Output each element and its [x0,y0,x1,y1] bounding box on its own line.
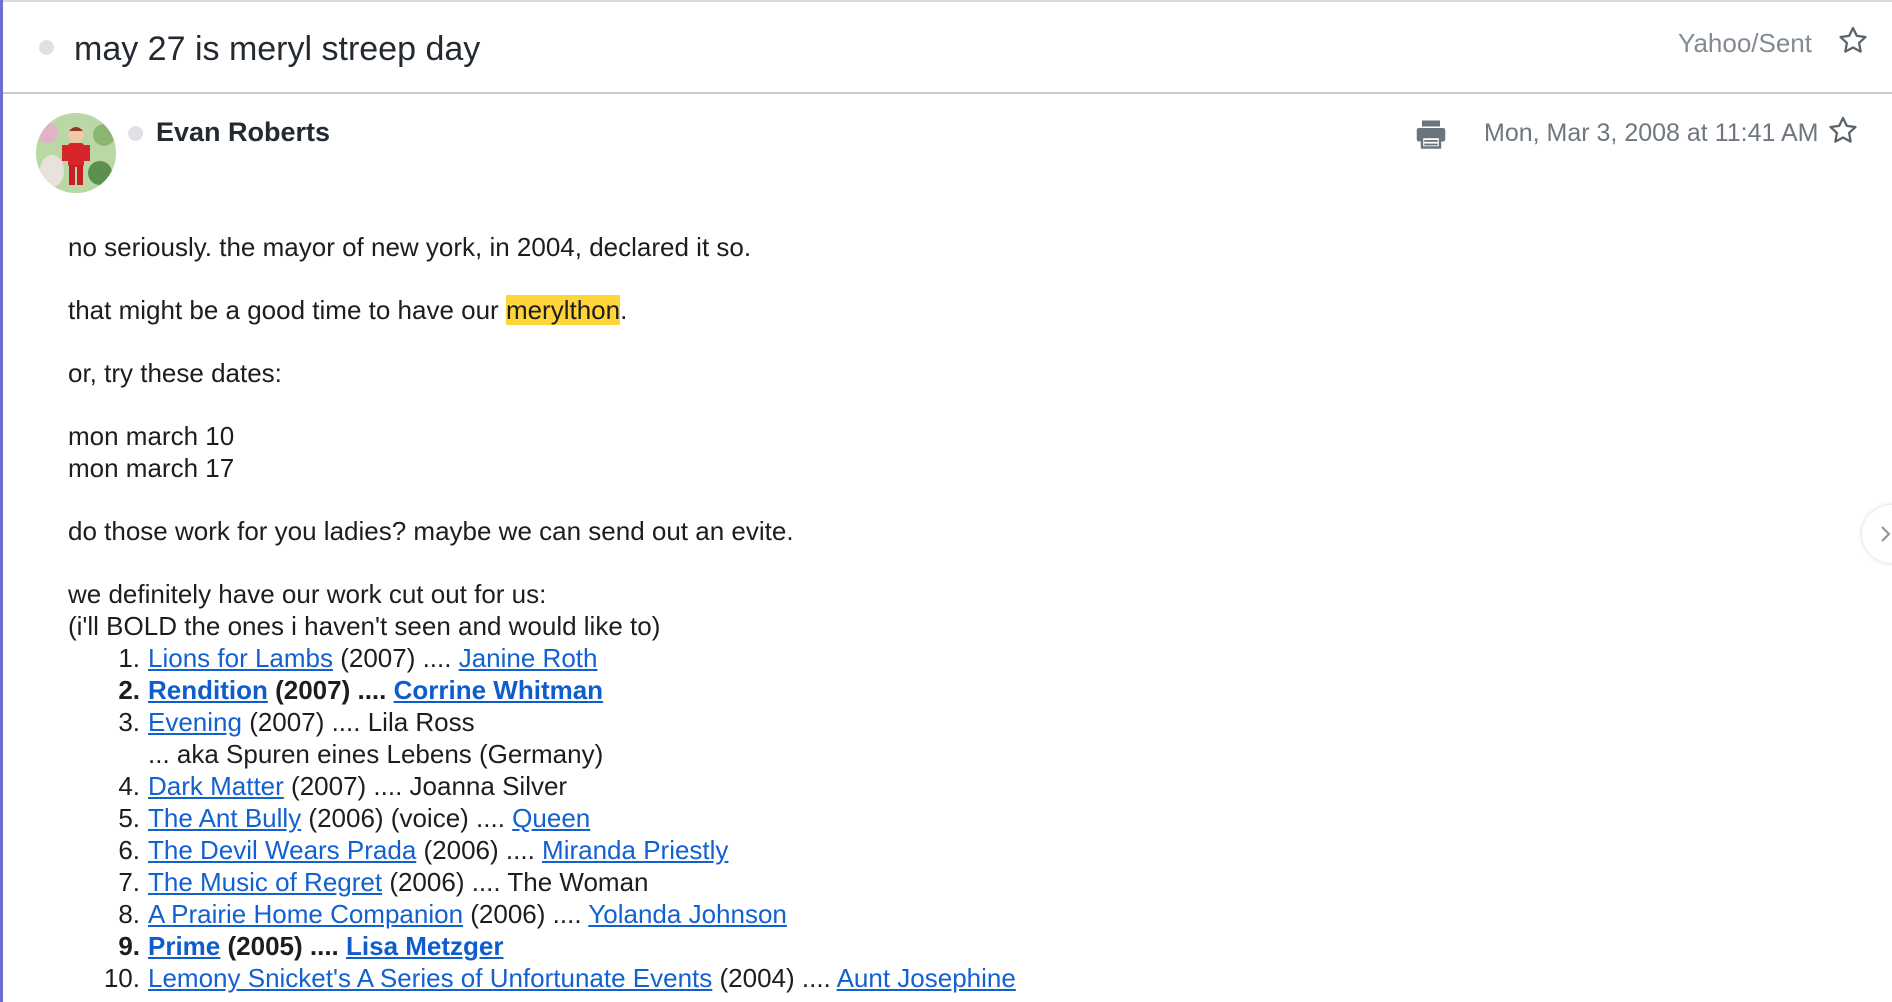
sender-name[interactable]: Evan Roberts [156,117,330,148]
film-year: (2006) (voice) .... [301,803,513,833]
film-year: (2006) .... [463,899,589,929]
body-text: that might be a good time to have our [68,295,506,325]
film-year: (2007) .... [332,643,459,673]
list-number: 3. [118,707,140,737]
status-dot-icon [39,40,54,55]
role-link[interactable]: Aunt Josephine [837,963,1016,993]
film-title-link[interactable]: A Prairie Home Companion [148,899,463,929]
list-item: 5. The Ant Bully (2006) (voice) .... Quee… [68,802,1848,834]
film-title-link[interactable]: The Ant Bully [148,803,301,833]
star-icon[interactable] [1836,24,1870,58]
role-link[interactable]: Janine Roth [459,643,598,673]
list-item: 6. The Devil Wears Prada (2006) .... Mira… [68,834,1848,866]
body-paragraph: that might be a good time to have our me… [68,294,1848,326]
date-option: mon march 10 [68,421,235,451]
role-text: Lila Ross [367,707,475,737]
film-title-link[interactable]: Rendition [148,675,268,705]
film-year: (2004) .... [712,963,837,993]
role-link[interactable]: Queen [512,803,590,833]
film-year: (2007) .... [283,771,410,801]
role-link[interactable]: Corrine Whitman [394,675,603,705]
list-item: 10. Lemony Snicket's A Series of Unfortun… [68,962,1848,994]
role-text: Joanna Silver [409,771,568,801]
film-title-link[interactable]: The Music of Regret [148,867,382,897]
film-year: (2006) .... [382,867,508,897]
message-star-icon[interactable] [1826,114,1860,148]
film-year: (2007) .... [241,707,368,737]
list-item: 1. Lions for Lambs (2007) .... Janine Rot… [68,642,1848,674]
body-paragraph: or, try these dates: [68,358,282,388]
body-paragraph: we definitely have our work cut out for … [68,579,547,609]
film-year: (2007) .... [267,675,394,705]
list-item: 2. Rendition (2007) .... Corrine Whitman [68,674,1848,706]
film-title-link[interactable]: Lemony Snicket's A Series of Unfortunate… [148,963,712,993]
sender-status-dot-icon [128,126,143,141]
list-number: 1. [118,643,140,673]
list-item: 4. Dark Matter (2007) .... Joanna Silver [68,770,1848,802]
role-link[interactable]: Yolanda Johnson [588,899,787,929]
left-accent-rail [0,0,3,1002]
message-subject: may 27 is meryl streep day [74,30,481,68]
sender-avatar[interactable] [36,113,116,193]
list-item: 3. Evening (2007) .... Lila Ross [68,706,1848,738]
filmography-list: 1. Lions for Lambs (2007) .... Janine Rot… [68,642,1848,994]
chevron-right-icon [1881,526,1891,542]
message-date: Mon, Mar 3, 2008 at 11:41 AM [1484,119,1819,147]
film-title-link[interactable]: Evening [148,707,242,737]
list-number: 7. [118,867,140,897]
body-paragraph: no seriously. the mayor of new york, in … [68,232,752,262]
list-number: 9. [118,931,140,961]
role-link[interactable]: Miranda Priestly [542,835,728,865]
film-title-link[interactable]: Dark Matter [148,771,284,801]
film-title-link[interactable]: Prime [148,931,220,961]
body-paragraph: (i'll BOLD the ones i haven't seen and w… [68,611,661,641]
list-number: 10. [103,963,140,993]
list-item: 8. A Prairie Home Companion (2006) .... Y… [68,898,1848,930]
list-number: 8. [118,899,140,929]
search-highlight: merylthon [505,295,621,325]
list-item: 7. The Music of Regret (2006) .... The Wo… [68,866,1848,898]
film-title-link[interactable]: The Devil Wears Prada [148,835,416,865]
list-number: 5. [118,803,140,833]
list-item: 9. Prime (2005) .... Lisa Metzger [68,930,1848,962]
subject-bar: may 27 is meryl streep day Yahoo/Sent [3,0,1892,94]
list-number: 4. [118,771,140,801]
role-link[interactable]: Lisa Metzger [346,931,504,961]
folder-label[interactable]: Yahoo/Sent [1678,28,1812,59]
printer-icon[interactable] [1413,116,1449,152]
message-body: no seriously. the mayor of new york, in … [68,231,1848,994]
body-paragraph: do those work for you ladies? maybe we c… [68,516,794,546]
list-number: 2. [118,675,140,705]
list-item-aka: ... aka Spuren eines Lebens (Germany) [148,739,604,769]
list-number: 6. [118,835,140,865]
film-year: (2005) .... [220,931,346,961]
role-text: The Woman [507,867,649,897]
avatar-image [36,113,116,193]
film-title-link[interactable]: Lions for Lambs [148,643,333,673]
film-year: (2006) .... [416,835,543,865]
next-message-button[interactable] [1862,505,1892,563]
date-option: mon march 17 [68,453,235,483]
body-text: . [620,295,628,325]
